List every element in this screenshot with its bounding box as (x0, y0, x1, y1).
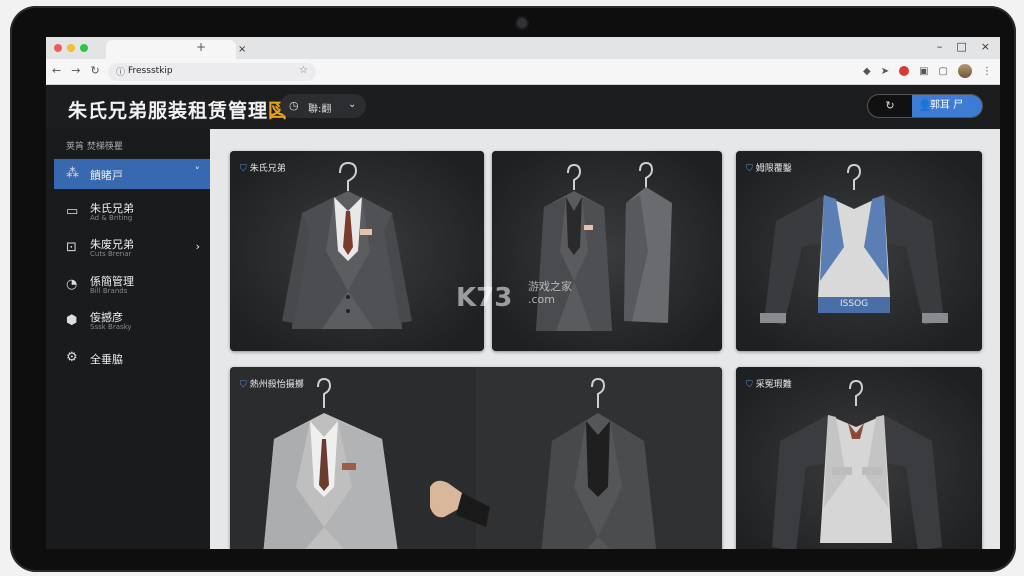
breadcrumb: 荚筲 焚梯筷瞿 (66, 142, 123, 152)
extension-send-icon[interactable]: ➤ (881, 66, 889, 77)
extension-arrow-icon[interactable]: ◆ (863, 66, 871, 77)
sidebar-item-zhushi[interactable]: ▭ 朱氏兄弟 Ad & Briting (54, 197, 210, 227)
tablet-frame: × + – □ × ← → ↻ ⓘ Fressstkip ☆ ◆ ➤ ▣ ▢ ⋮… (10, 6, 1016, 572)
check-icon: ⛉ (746, 164, 753, 174)
check-icon: ⛉ (240, 164, 247, 174)
lock-icon: ⓘ (116, 68, 126, 78)
sidebar: 荚筲 焚梯筷瞿 ⁂ 饋睹戸 ˅ ▭ 朱氏兄弟 Ad & Briting ⊡ 朱废… (46, 129, 210, 549)
tab-close-icon[interactable]: × (238, 44, 246, 55)
profile-avatar[interactable] (958, 64, 972, 78)
close-window-button[interactable] (54, 44, 62, 52)
hexagon-icon: ⬢ (66, 313, 78, 328)
card-title: ⛉ 采冤瑕難 (746, 377, 792, 390)
nav-buttons: ← → ↻ (52, 64, 100, 77)
check-icon: ⛉ (240, 380, 247, 390)
card-title-text: 采冤瑕難 (755, 380, 792, 390)
sidebar-item-sub: Ad & Briting (90, 214, 133, 222)
garment-card[interactable]: ⛉ 朱氏兄弟 (230, 151, 484, 351)
sidebar-item-sub: Sssk Brasky (90, 323, 132, 331)
card-title: ⛉ 姆限覆鑿 (746, 161, 792, 174)
garment-card[interactable]: ⛉ 熱州殺怡摄擲 (230, 367, 722, 549)
check-icon: ⛉ (746, 380, 753, 390)
refresh-button[interactable]: ↻ (868, 95, 912, 117)
bookmark-star-icon[interactable]: ☆ (299, 65, 308, 76)
watermark-domain: .com (528, 293, 555, 306)
watermark-logo: K73 (456, 283, 513, 313)
header-segment-control: ↻ 👤 郭耳 尸 (867, 94, 983, 118)
suit-image (230, 151, 484, 351)
garment-card[interactable]: ⛉ 采冤瑕難 (736, 367, 982, 549)
card-title-text: 朱氏兄弟 (249, 164, 286, 174)
sidebar-item-brothers[interactable]: ⊡ 朱废兄弟 Cuts Brenar › (54, 233, 210, 263)
clock-icon: ◷ (289, 99, 299, 112)
vest-grey-image (736, 367, 982, 549)
page-title-text: 朱氏兄弟服装租赁管理 (68, 100, 269, 122)
vest-band-text: ISSOG (840, 299, 869, 309)
address-url: Fressstkip (128, 66, 173, 76)
back-icon[interactable]: ← (52, 64, 61, 77)
browser-toolbar: ← → ↻ ⓘ Fressstkip ☆ ◆ ➤ ▣ ▢ ⋮ (46, 59, 1000, 85)
scanner-icon: ⊡ (66, 240, 77, 255)
sidebar-item-management[interactable]: ◔ 係簡管理 Bill Brands (54, 270, 210, 300)
extension-box-icon[interactable]: ▢ (939, 66, 948, 77)
card-title-text: 姆限覆鑿 (755, 164, 792, 174)
sidebar-item-label: 饋睹戸 (90, 169, 123, 182)
card-title-text: 熱州殺怡摄擲 (249, 380, 304, 390)
address-bar[interactable]: ⓘ Fressstkip ☆ (108, 63, 316, 81)
clock-icon: ◔ (66, 277, 78, 292)
date-filter-dropdown[interactable]: ◷ 聯:翻 ⌄ (280, 94, 366, 118)
extensions-area: ◆ ➤ ▣ ▢ ⋮ (863, 64, 992, 78)
chevron-right-icon: › (195, 240, 200, 253)
watermark-site: 游戏之家 (528, 280, 572, 293)
gear-icon: ⚙ (66, 350, 78, 365)
maximize-window-button[interactable] (80, 44, 88, 52)
garment-card[interactable]: ⛉ 姆限覆鑿 ISSOG (736, 151, 982, 351)
extension-square-icon[interactable]: ▣ (919, 66, 928, 77)
app: 朱氏兄弟服装租赁管理図 ◷ 聯:翻 ⌄ ↻ 👤 郭耳 尸 荚筲 焚梯筷瞿 ⁂ 饋… (46, 85, 1000, 549)
extension-red-icon[interactable] (899, 66, 910, 76)
maximize-icon[interactable]: □ (956, 40, 966, 53)
folder-icon: ▭ (66, 204, 79, 219)
sidebar-item-label: 全垂脇 (90, 353, 123, 366)
app-header: 朱氏兄弟服装租赁管理図 ◷ 聯:翻 ⌄ ↻ 👤 郭耳 尸 (46, 85, 1000, 129)
date-filter-label: 聯:翻 (308, 104, 332, 115)
sidebar-item-settings[interactable]: ⚙ 全垂脇 (54, 343, 210, 373)
sidebar-item-sub: Bill Brands (90, 287, 128, 295)
camera (517, 18, 527, 28)
garment-grid: ⛉ 朱氏兄弟 ⛉ 姆限覆鑿 ISSOG ⛉ 熱州殺怡摄擲 ⛉ 采冤瑕難 (210, 129, 1000, 549)
hanger-grid-icon: ⁂ (66, 166, 79, 181)
reload-icon[interactable]: ↻ (90, 64, 99, 77)
sidebar-item-sub: Cuts Brenar (90, 250, 132, 258)
user-icon: 👤 (918, 99, 932, 112)
garment-card[interactable] (492, 151, 722, 351)
page-title: 朱氏兄弟服装租赁管理図 (68, 96, 288, 123)
browser-menu-icon[interactable]: ⋮ (982, 66, 992, 77)
chevron-down-icon: ⌄ (348, 99, 357, 110)
forward-icon[interactable]: → (71, 64, 80, 77)
screen: × + – □ × ← → ↻ ⓘ Fressstkip ☆ ◆ ➤ ▣ ▢ ⋮… (46, 37, 1000, 549)
account-label: 郭耳 尸 (930, 100, 964, 111)
refresh-icon: ↻ (885, 99, 895, 112)
new-tab-button[interactable]: + (196, 40, 206, 54)
sidebar-item-dashboard[interactable]: ⁂ 饋睹戸 ˅ (54, 159, 210, 189)
window-dots (54, 44, 88, 52)
account-button[interactable]: 👤 郭耳 尸 (912, 95, 982, 117)
chevron-down-icon: ˅ (194, 165, 201, 178)
vest-image (736, 151, 982, 351)
browser-tab[interactable]: × (106, 40, 246, 59)
close-icon[interactable]: × (981, 40, 990, 53)
minimize-window-button[interactable] (67, 44, 75, 52)
browser-tabbar: × + – □ × (46, 37, 1000, 59)
card-title: ⛉ 朱氏兄弟 (240, 161, 286, 174)
watermark-text: 游戏之家 .com (528, 280, 572, 306)
card-title: ⛉ 熱州殺怡摄擲 (240, 377, 304, 390)
window-controls: – □ × (937, 40, 990, 53)
minimize-icon[interactable]: – (937, 40, 943, 53)
suit-light-image (230, 367, 722, 549)
suit-pair-image (492, 151, 722, 351)
sidebar-item-reports[interactable]: ⬢ 侫撼彦 Sssk Brasky (54, 306, 210, 336)
